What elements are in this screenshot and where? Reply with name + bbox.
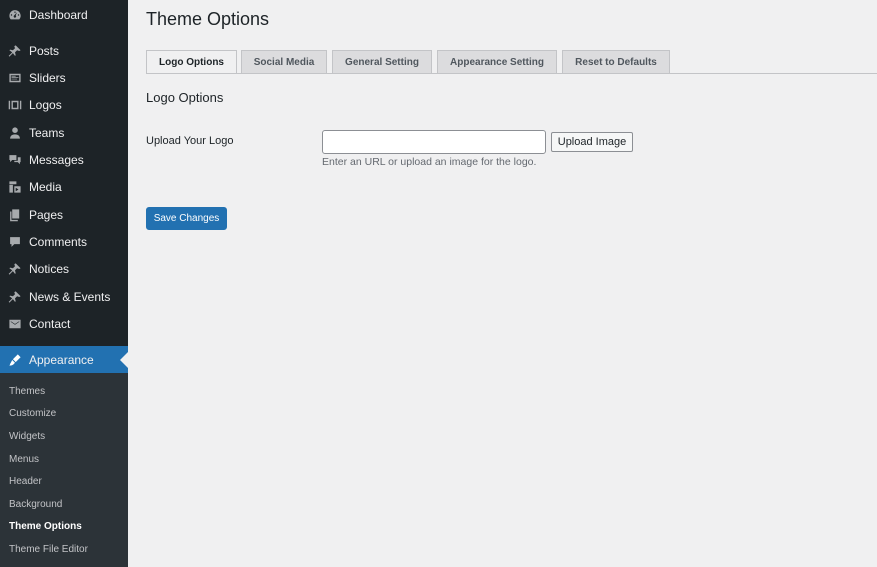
slider-icon — [8, 71, 22, 85]
tab-general-setting[interactable]: General Setting — [332, 50, 432, 73]
tab-reset-to-defaults[interactable]: Reset to Defaults — [562, 50, 670, 73]
menu-item-posts[interactable]: Posts — [0, 37, 128, 64]
menu-item-teams[interactable]: Teams — [0, 119, 128, 146]
menu-label: Media — [29, 179, 62, 194]
menu-item-dashboard[interactable]: Dashboard — [0, 1, 128, 28]
dashboard-icon — [8, 8, 22, 22]
menu-item-news-events[interactable]: News & Events — [0, 283, 128, 310]
media-icon — [8, 180, 22, 194]
pin-icon — [8, 44, 22, 58]
menu-label: Sliders — [29, 70, 66, 85]
messages-icon — [8, 153, 22, 167]
menu-label: Teams — [29, 125, 65, 140]
mail-icon — [8, 317, 22, 331]
logo-helper-text: Enter an URL or upload an image for the … — [322, 156, 537, 168]
menu-item-notices[interactable]: Notices — [0, 255, 128, 282]
submenu-item-menus[interactable]: Menus — [9, 454, 39, 465]
save-changes-button[interactable]: Save Changes — [146, 207, 227, 230]
menu-item-comments[interactable]: Comments — [0, 228, 128, 255]
active-indicator-arrow — [120, 351, 128, 368]
upload-logo-label: Upload Your Logo — [146, 135, 234, 147]
section-title: Logo Options — [146, 90, 224, 105]
submenu-item-theme-options[interactable]: Theme Options — [9, 521, 82, 532]
pin-icon — [8, 262, 22, 276]
menu-item-logos[interactable]: Logos — [0, 91, 128, 118]
menu-label: Appearance — [29, 352, 94, 367]
logo-url-input[interactable] — [322, 130, 546, 154]
submenu-item-theme-file-editor[interactable]: Theme File Editor — [9, 544, 88, 555]
menu-label: Dashboard — [29, 7, 88, 22]
brush-icon — [8, 353, 22, 367]
menu-item-pages[interactable]: Pages — [0, 201, 128, 228]
menu-label: Contact — [29, 316, 71, 331]
menu-item-sliders[interactable]: Sliders — [0, 64, 128, 91]
menu-label: Notices — [29, 261, 70, 276]
menu-item-messages[interactable]: Messages — [0, 146, 128, 173]
submenu-item-customize[interactable]: Customize — [9, 408, 56, 419]
menu-item-appearance[interactable]: Appearance — [0, 346, 128, 373]
pages-icon — [8, 208, 22, 222]
tab-appearance-setting[interactable]: Appearance Setting — [437, 50, 557, 73]
menu-label: Messages — [29, 152, 84, 167]
person-icon — [8, 126, 22, 140]
submenu-item-widgets[interactable]: Widgets — [9, 431, 45, 442]
menu-label: Comments — [29, 234, 88, 249]
comment-icon — [8, 235, 22, 249]
menu-label: Logos — [29, 97, 62, 112]
menu-label: Posts — [29, 43, 60, 58]
admin-sidebar: Dashboard Posts Sliders Logos Teams Mess… — [0, 0, 128, 567]
pin-icon — [8, 290, 22, 304]
page-title: Theme Options — [146, 9, 270, 29]
menu-item-media[interactable]: Media — [0, 173, 128, 200]
tab-social-media[interactable]: Social Media — [241, 50, 327, 73]
submenu-item-background[interactable]: Background — [9, 499, 62, 510]
tab-bar-divider — [146, 73, 877, 74]
logos-icon — [8, 98, 22, 112]
tab-logo-options[interactable]: Logo Options — [146, 50, 237, 74]
appearance-submenu: Themes Customize Widgets Menus Header Ba… — [0, 373, 128, 567]
upload-image-button[interactable]: Upload Image — [551, 132, 633, 152]
menu-label: Pages — [29, 207, 64, 222]
submenu-item-header[interactable]: Header — [9, 476, 42, 487]
submenu-item-themes[interactable]: Themes — [9, 386, 45, 397]
menu-label: News & Events — [29, 289, 111, 304]
menu-item-contact[interactable]: Contact — [0, 310, 128, 337]
